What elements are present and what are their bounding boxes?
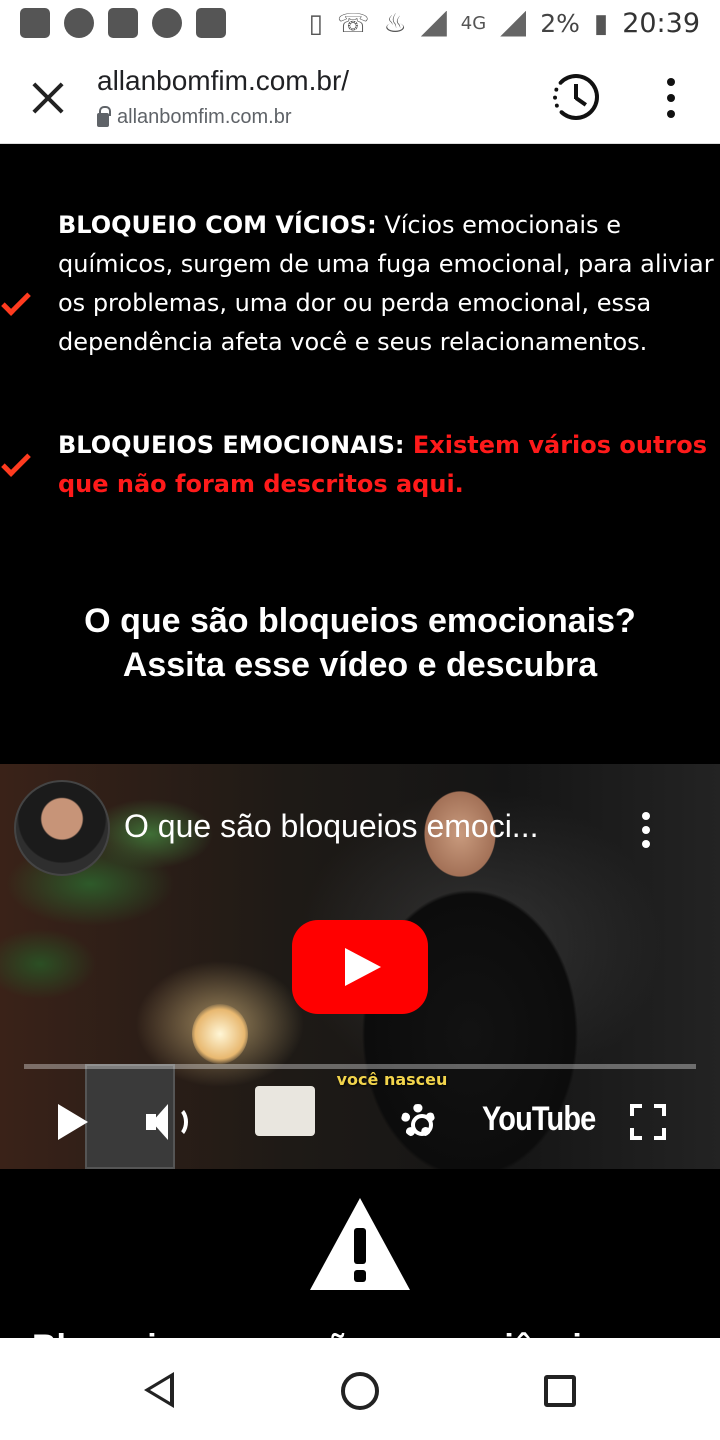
battery-level: 2% xyxy=(540,9,580,38)
browser-toolbar: allanbomfim.com.br/ allanbomfim.com.br xyxy=(0,50,720,144)
page-content: BLOQUEIO COM VÍCIOS: Vícios emocionais e… xyxy=(0,144,720,1338)
wifi-call-icon: ☏ xyxy=(336,8,370,39)
youtube-logo[interactable]: YouTube xyxy=(482,1100,596,1139)
back-icon[interactable] xyxy=(144,1372,174,1408)
item-label: BLOQUEIOS EMOCIONAIS: xyxy=(58,431,405,459)
clock: 20:39 xyxy=(622,8,700,39)
play-icon[interactable] xyxy=(58,1104,88,1140)
video-more-icon[interactable] xyxy=(640,812,652,848)
settings-icon[interactable] xyxy=(401,1104,435,1138)
heading-line-1: O que são bloqueios emocionais? xyxy=(84,602,636,640)
video-thumbnail-mug xyxy=(255,1086,315,1136)
signal-icon xyxy=(420,10,447,37)
thermometer-icon: ♨ xyxy=(383,8,407,39)
page-title: allanbomfim.com.br/ xyxy=(97,65,350,96)
signal-icon xyxy=(500,10,527,37)
close-icon[interactable] xyxy=(30,80,66,116)
app-notification-icon xyxy=(20,8,50,38)
partial-heading-text: Bloqueio no coração e consciência xyxy=(32,1327,720,1338)
fullscreen-icon[interactable] xyxy=(630,1104,666,1140)
youtube-embed[interactable]: O que são bloqueios emoci... você nasceu… xyxy=(0,764,720,1169)
heading-line-2: Assita esse vídeo e descubra xyxy=(122,646,598,684)
system-nav-bar xyxy=(0,1338,720,1440)
history-icon[interactable] xyxy=(553,74,599,120)
progress-bar[interactable] xyxy=(24,1064,696,1069)
network-type: 4G xyxy=(460,13,487,34)
vibrate-icon: ▯ xyxy=(308,8,323,39)
list-item-text: BLOQUEIOS EMOCIONAIS: Existem vários out… xyxy=(58,426,720,504)
url-bar[interactable]: allanbomfim.com.br xyxy=(97,105,292,129)
item-label: BLOQUEIO COM VÍCIOS: xyxy=(58,211,377,239)
battery-icon: ▮ xyxy=(593,8,609,39)
list-item-text: BLOQUEIO COM VÍCIOS: Vícios emocionais e… xyxy=(58,206,720,362)
infinity-icon xyxy=(196,8,226,38)
lock-icon xyxy=(97,105,111,127)
check-icon xyxy=(1,447,31,477)
video-thumbnail-lamp xyxy=(192,1004,248,1064)
youtube-play-button[interactable] xyxy=(292,920,428,1014)
check-icon xyxy=(1,286,31,316)
recents-icon[interactable] xyxy=(544,1375,576,1407)
home-icon[interactable] xyxy=(341,1372,379,1410)
section-heading: O que são bloqueios emocionais? Assita e… xyxy=(0,599,720,687)
avatar[interactable] xyxy=(14,780,110,876)
video-caption: você nasceu xyxy=(336,1070,448,1089)
volume-wave-icon xyxy=(164,1106,188,1138)
url-text: allanbomfim.com.br xyxy=(117,106,292,128)
shield-icon xyxy=(152,8,182,38)
image-icon xyxy=(108,8,138,38)
status-bar: ▯ ☏ ♨ 4G 2% ▮ 20:39 xyxy=(0,0,720,50)
partial-heading: Bloqueio no coração e consciência xyxy=(32,1327,720,1338)
voicemail-icon xyxy=(64,8,94,38)
video-title[interactable]: O que são bloqueios emoci... xyxy=(124,808,538,845)
more-vert-icon[interactable] xyxy=(664,78,678,118)
warning-icon xyxy=(310,1198,410,1292)
